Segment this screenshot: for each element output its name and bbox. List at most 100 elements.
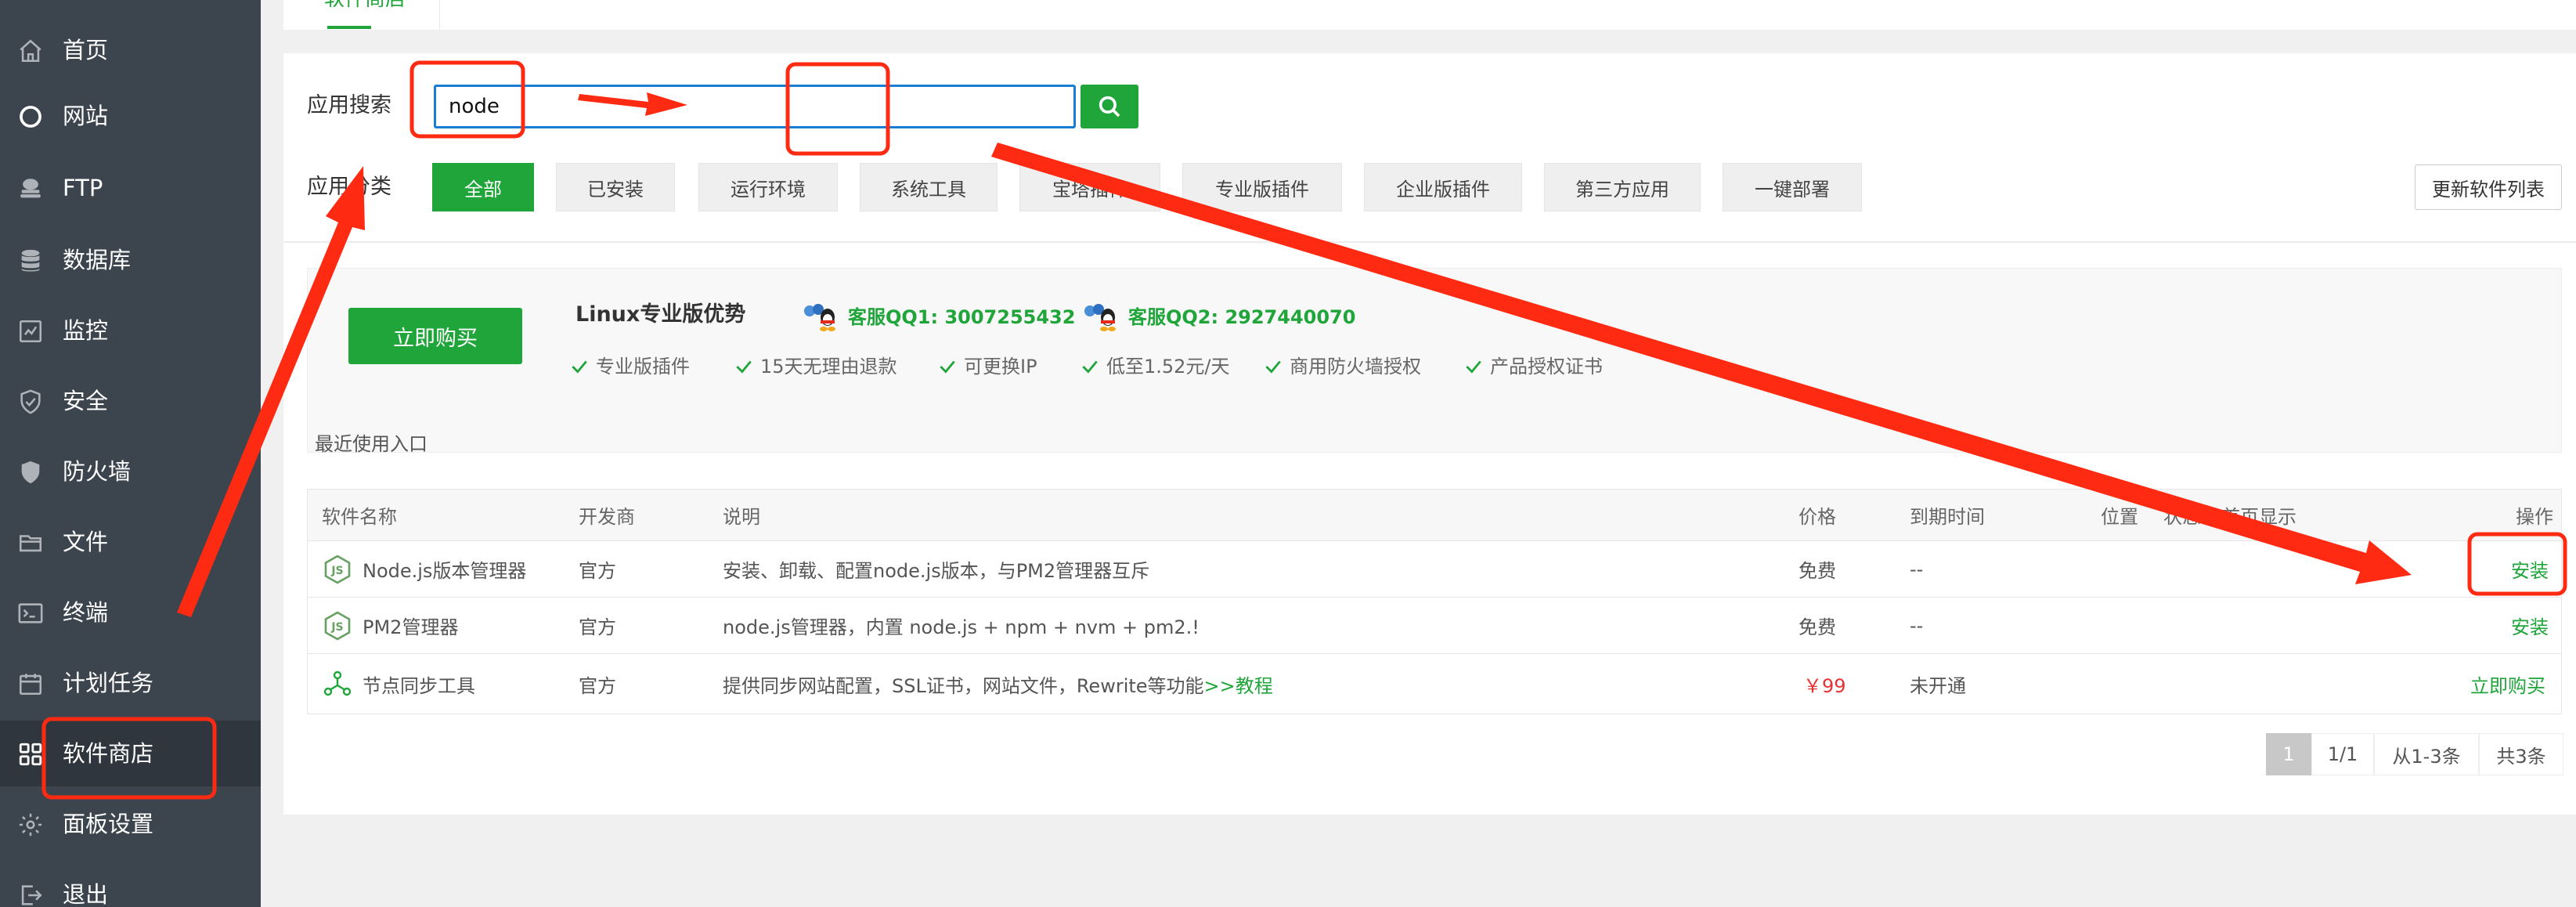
sidebar-item-ftp[interactable]: FTP bbox=[0, 155, 261, 221]
col-price: 价格 bbox=[1799, 506, 1836, 528]
category-bt-plugins[interactable]: 宝塔插件 bbox=[1019, 163, 1160, 211]
qq-support-2[interactable]: 客服QQ2: 2927440070 bbox=[1083, 302, 1355, 333]
check-icon bbox=[736, 360, 752, 374]
install-button[interactable]: 安装 bbox=[2511, 541, 2549, 597]
price: 免费 bbox=[1799, 560, 1836, 582]
perk-text: 15天无理由退款 bbox=[760, 356, 897, 378]
description: 提供同步网站配置，SSL证书，网站文件，Rewrite等功能 >>教程 bbox=[723, 654, 1273, 714]
perk-text: 可更换IP bbox=[964, 356, 1037, 378]
perk-text: 低至1.52元/天 bbox=[1106, 356, 1230, 378]
check-icon bbox=[940, 360, 955, 374]
col-position: 位置 bbox=[2101, 506, 2138, 528]
sidebar-item-database[interactable]: 数据库 bbox=[0, 227, 261, 293]
category-all[interactable]: 全部 bbox=[432, 163, 534, 211]
terminal-icon bbox=[17, 600, 44, 627]
sidebar-item-label: 首页 bbox=[63, 37, 109, 63]
price: 免费 bbox=[1799, 616, 1836, 638]
category-one-click-deploy[interactable]: 一键部署 bbox=[1723, 163, 1862, 211]
tutorial-link[interactable]: >>教程 bbox=[1204, 670, 1273, 698]
developer: 官方 bbox=[579, 616, 616, 638]
sidebar-item-panel-settings[interactable]: 面板设置 bbox=[0, 791, 261, 857]
recent-entries-label: 最近使用入口 bbox=[315, 433, 428, 455]
search-button[interactable] bbox=[1081, 85, 1138, 128]
software-name: 节点同步工具 bbox=[322, 654, 475, 714]
globe-icon bbox=[17, 103, 44, 130]
search-input[interactable] bbox=[434, 85, 1076, 128]
category-installed[interactable]: 已安装 bbox=[556, 163, 675, 211]
sidebar-item-files[interactable]: 文件 bbox=[0, 509, 261, 575]
database-icon bbox=[17, 248, 44, 274]
table-header: 软件名称 开发商 说明 价格 到期时间 位置 状态 首页显示 操作 bbox=[308, 490, 2561, 541]
software-table: 软件名称 开发商 说明 价格 到期时间 位置 状态 首页显示 操作 JS Nod… bbox=[307, 489, 2562, 714]
category-runtime[interactable]: 运行环境 bbox=[698, 163, 838, 211]
nodejs-icon: JS bbox=[324, 555, 351, 584]
node-sync-icon bbox=[323, 670, 352, 696]
perk-text: 产品授权证书 bbox=[1490, 356, 1603, 378]
category-system-tools[interactable]: 系统工具 bbox=[860, 163, 998, 211]
expire: -- bbox=[1910, 558, 1924, 580]
software-name: JS PM2管理器 bbox=[322, 598, 458, 653]
category-pro-plugins[interactable]: 专业版插件 bbox=[1182, 163, 1342, 211]
expire: -- bbox=[1910, 614, 1924, 637]
search-icon bbox=[1099, 96, 1120, 117]
update-software-list-button[interactable]: 更新软件列表 bbox=[2415, 164, 2562, 210]
qq-support-1-text: 客服QQ1: 3007255432 bbox=[848, 306, 1076, 328]
svg-text:JS: JS bbox=[330, 621, 343, 634]
qq-support-1[interactable]: 客服QQ1: 3007255432 bbox=[803, 302, 1075, 333]
sidebar: 首页 网站 FTP 数据库 监控 安全 防火墙 文件 终端 计划任务 软件商店 … bbox=[0, 0, 261, 907]
sidebar-item-security[interactable]: 安全 bbox=[0, 368, 261, 434]
qq-support-2-text: 客服QQ2: 2927440070 bbox=[1128, 306, 1356, 328]
perk-item: 低至1.52元/天 bbox=[1080, 355, 1230, 378]
sidebar-item-logout[interactable]: 退出 bbox=[0, 862, 261, 907]
expire: 未开通 bbox=[1910, 674, 1966, 697]
sidebar-item-monitor[interactable]: 监控 bbox=[0, 298, 261, 363]
nodejs-icon: JS bbox=[324, 611, 351, 640]
ftp-icon bbox=[17, 175, 44, 202]
sidebar-item-terminal[interactable]: 终端 bbox=[0, 580, 261, 645]
sidebar-item-cron[interactable]: 计划任务 bbox=[0, 650, 261, 716]
col-status: 状态 bbox=[2163, 506, 2201, 528]
sidebar-item-label: 退出 bbox=[63, 881, 109, 907]
sidebar-item-firewall[interactable]: 防火墙 bbox=[0, 439, 261, 504]
tab-active-indicator bbox=[327, 26, 371, 29]
description: node.js管理器，内置 node.js + npm + nvm + pm2.… bbox=[723, 616, 1200, 638]
sidebar-item-label: FTP bbox=[63, 175, 103, 201]
sidebar-item-label: 防火墙 bbox=[63, 458, 132, 485]
buy-now-link[interactable]: 立即购买 bbox=[2470, 654, 2545, 714]
sidebar-item-label: 监控 bbox=[63, 317, 109, 344]
description-text: 提供同步网站配置，SSL证书，网站文件，Rewrite等功能 bbox=[723, 674, 1204, 697]
folder-icon bbox=[17, 529, 44, 556]
category-enterprise-plugins[interactable]: 企业版插件 bbox=[1364, 163, 1522, 211]
sidebar-item-label: 软件商店 bbox=[63, 740, 154, 767]
pagination-current-page[interactable]: 1 bbox=[2266, 733, 2311, 775]
perk-item: 可更换IP bbox=[937, 355, 1037, 378]
sidebar-item-label: 数据库 bbox=[63, 247, 132, 273]
perk-text: 商用防火墙授权 bbox=[1290, 356, 1421, 378]
category-third-party[interactable]: 第三方应用 bbox=[1544, 163, 1701, 211]
tab-label: 软件商店 bbox=[324, 0, 406, 11]
perk-item: 产品授权证书 bbox=[1463, 355, 1603, 378]
table-row: JS Node.js版本管理器 官方 安装、卸载、配置node.js版本，与PM… bbox=[308, 541, 2561, 598]
buy-now-button[interactable]: 立即购买 bbox=[348, 308, 522, 364]
svg-text:JS: JS bbox=[330, 565, 343, 577]
divider bbox=[283, 241, 2576, 243]
sidebar-item-website[interactable]: 网站 bbox=[0, 83, 261, 149]
col-description: 说明 bbox=[723, 506, 760, 528]
shield-icon bbox=[17, 388, 44, 415]
software-store-panel: 应用搜索 应用分类 全部 已安装 运行环境 系统工具 宝塔插件 专业版插件 企业… bbox=[283, 53, 2576, 815]
software-name-text: 节点同步工具 bbox=[363, 674, 475, 697]
install-button[interactable]: 安装 bbox=[2511, 598, 2549, 653]
price: ￥99 bbox=[1803, 674, 1846, 697]
col-homepage: 首页显示 bbox=[2221, 506, 2296, 528]
pagination-total: 共3条 bbox=[2479, 733, 2563, 775]
tab-software-store[interactable]: 软件商店 bbox=[283, 0, 440, 30]
calendar-icon bbox=[17, 670, 44, 697]
check-icon bbox=[1082, 360, 1098, 374]
pro-promo-banner: 立即购买 Linux专业版优势 客服QQ1: 3007255432 客服QQ2:… bbox=[307, 268, 2562, 453]
software-name: JS Node.js版本管理器 bbox=[322, 541, 526, 597]
developer: 官方 bbox=[579, 560, 616, 582]
sidebar-item-software-store[interactable]: 软件商店 bbox=[0, 721, 261, 786]
sidebar-item-label: 安全 bbox=[63, 388, 109, 414]
sidebar-item-label: 文件 bbox=[63, 529, 109, 555]
sidebar-item-home[interactable]: 首页 bbox=[0, 17, 261, 83]
